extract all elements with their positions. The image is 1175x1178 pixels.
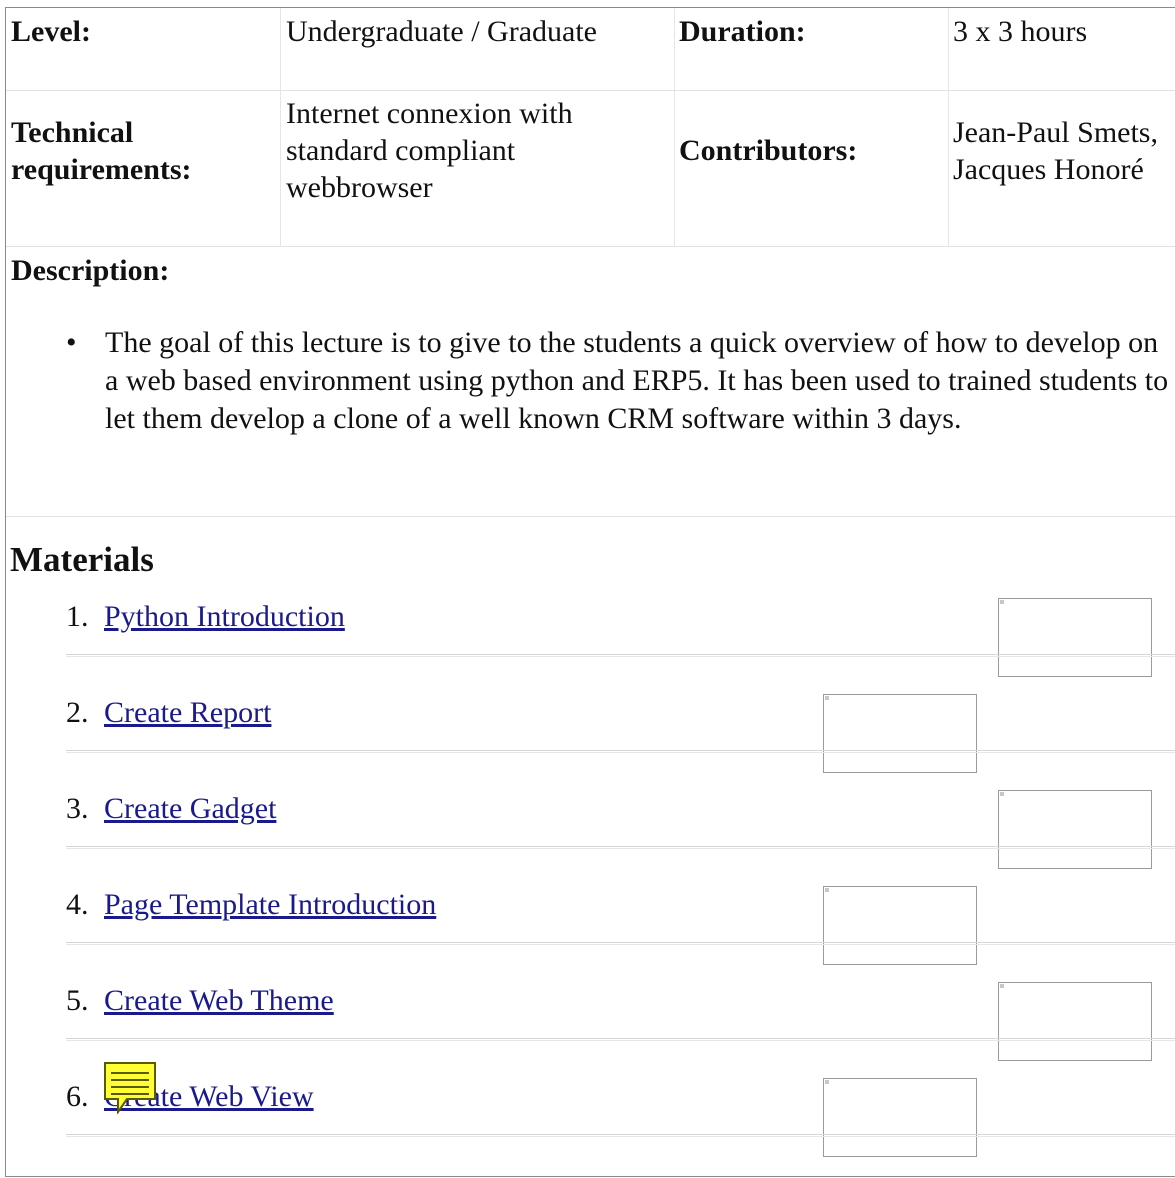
broken-image-marker [825, 1080, 829, 1084]
list-item: 4. Page Template Introduction [66, 886, 436, 924]
page-template-introduction-link[interactable]: Page Template Introduction [104, 888, 436, 921]
tech-requirements-label: Technical requirements: [11, 116, 192, 186]
item-separator [66, 654, 1175, 657]
item-number: 5. [66, 984, 89, 1017]
table-row-divider [6, 246, 1175, 247]
sticky-note-icon[interactable] [104, 1062, 156, 1114]
list-item: 3. Create Gadget [66, 790, 276, 828]
bullet-icon: • [66, 326, 77, 359]
description-text: The goal of this lecture is to give to t… [105, 326, 1169, 435]
item-separator [66, 1038, 1175, 1041]
table-row-divider [6, 90, 1175, 91]
item-number: 2. [66, 696, 89, 729]
item-separator [66, 1134, 1175, 1137]
materials-heading: Materials [10, 540, 154, 579]
item-number: 1. [66, 600, 89, 633]
broken-image-marker [825, 888, 829, 892]
create-web-theme-link[interactable]: Create Web Theme [104, 984, 334, 1017]
duration-label: Duration: [679, 15, 806, 48]
item-number: 3. [66, 792, 89, 825]
python-introduction-link[interactable]: Python Introduction [104, 600, 345, 633]
item-number: 6. [66, 1080, 89, 1113]
item-separator [66, 750, 1175, 753]
item-number: 4. [66, 888, 89, 921]
broken-image-icon [823, 694, 977, 773]
broken-image-marker [1000, 984, 1004, 988]
item-separator [66, 942, 1175, 945]
list-item: 5. Create Web Theme [66, 982, 334, 1020]
tech-requirements-value: Internet connexion with standard complia… [286, 97, 573, 204]
level-value: Undergraduate / Graduate [286, 15, 597, 48]
broken-image-icon [823, 886, 977, 965]
table-divider [280, 8, 281, 246]
list-item: 2. Create Report [66, 694, 271, 732]
item-separator [66, 846, 1175, 849]
list-item: 1. Python Introduction [66, 598, 345, 636]
broken-image-marker [1000, 792, 1004, 796]
create-gadget-link[interactable]: Create Gadget [104, 792, 276, 825]
description-label: Description: [11, 254, 170, 287]
broken-image-icon [998, 982, 1152, 1061]
duration-value: 3 x 3 hours [953, 15, 1088, 48]
contributors-value: Jean-Paul Smets, Jacques Honoré [953, 116, 1158, 186]
create-report-link[interactable]: Create Report [104, 696, 271, 729]
level-label: Level: [11, 15, 91, 48]
broken-image-icon [998, 598, 1152, 677]
broken-image-marker [825, 696, 829, 700]
table-divider [674, 8, 675, 246]
broken-image-icon [998, 790, 1152, 869]
contributors-label: Contributors: [679, 134, 858, 167]
section-divider [6, 516, 1175, 517]
broken-image-icon [823, 1078, 977, 1157]
broken-image-marker [1000, 600, 1004, 604]
table-divider [948, 8, 949, 246]
